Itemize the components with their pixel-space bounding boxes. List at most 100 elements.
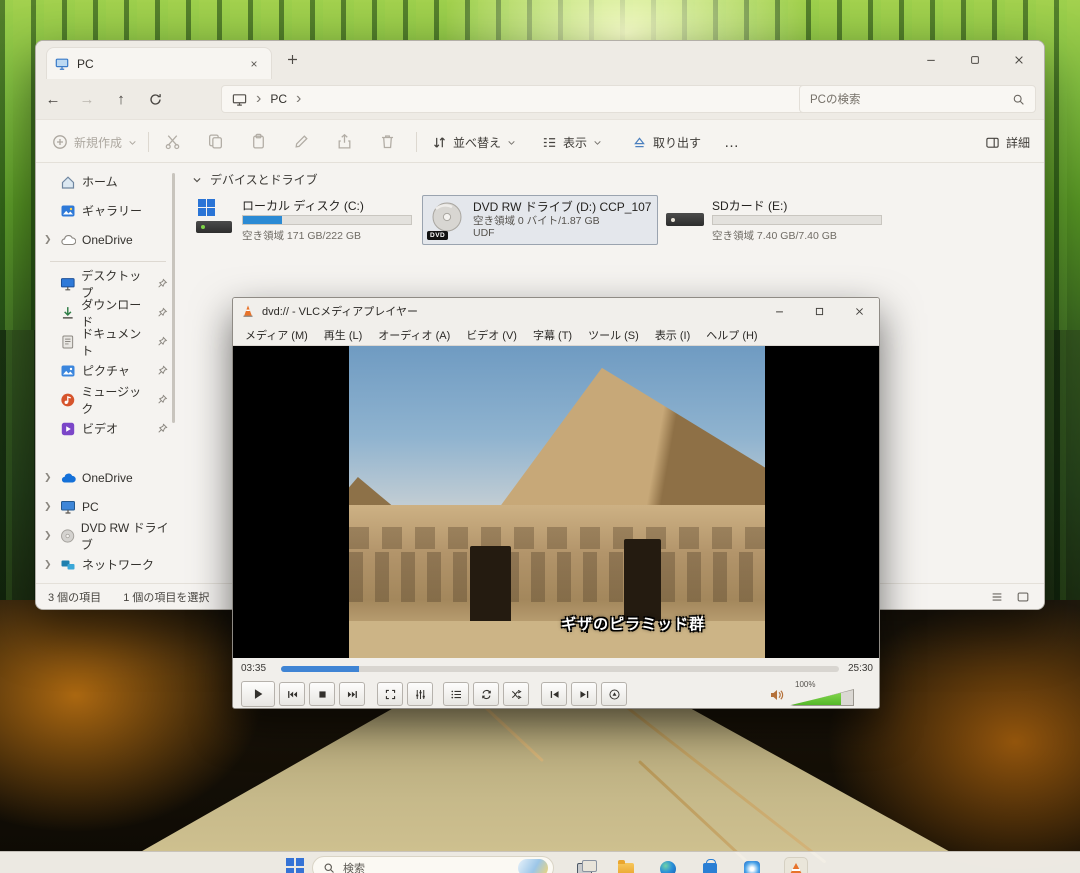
volume-slider[interactable] [791,690,853,705]
menu-playback[interactable]: 再生 (L) [316,327,371,343]
menu-audio[interactable]: オーディオ (A) [370,327,458,343]
menu-video[interactable]: ビデオ (V) [458,327,525,343]
sidebar-item-gallery[interactable]: ギャラリー [36,196,176,225]
forward-button[interactable]: → [70,91,104,108]
vlc-taskbar-button[interactable] [784,857,808,873]
status-selection: 1 個の項目を選択 [123,589,209,605]
sidebar-item-pictures[interactable]: ピクチャ [36,356,176,385]
explorer-titlebar[interactable]: PC × [36,41,1044,79]
delete-button[interactable] [379,133,396,150]
play-button[interactable] [241,681,275,707]
maximize-button[interactable] [958,49,992,71]
previous-button[interactable] [279,682,305,706]
drive-sd[interactable]: SDカード (E:) 空き領域 7.40 GB/7.40 GB [662,195,886,245]
details-pane-button[interactable]: 詳細 [985,130,1030,154]
drive-c[interactable]: ローカル ディスク (C:) 空き領域 171 GB/222 GB [192,195,420,245]
file-explorer-button[interactable] [614,857,638,873]
stop-button[interactable] [309,682,335,706]
copy-button[interactable] [207,133,224,150]
sidebar-item-pc[interactable]: ❯ PC [36,492,176,521]
sidebar-item-desktop[interactable]: デスクトップ [36,269,176,298]
tab-close-icon[interactable]: × [245,55,263,73]
sidebar-item-dvd-drive[interactable]: ❯ DVD RW ドライブ [36,521,176,550]
sidebar-item-music[interactable]: ミュージック [36,385,176,414]
breadcrumb[interactable]: › PC › [221,85,811,113]
refresh-button[interactable] [138,92,172,107]
taskbar-search[interactable]: 検索 [312,856,554,873]
drive-dvd[interactable]: DVD DVD RW ドライブ (D:) CCP_107 空き領域 0 バイト/… [422,195,658,245]
sidebar-item-network[interactable]: ❯ ネットワーク [36,550,176,579]
menu-subtitle[interactable]: 字幕 (T) [525,327,580,343]
volume-icon[interactable] [769,687,785,703]
task-view-button[interactable] [572,857,596,873]
thumbnail-view-toggle-icon[interactable] [1016,590,1030,604]
menu-view[interactable]: 表示 (I) [647,327,698,343]
breadcrumb-item-pc[interactable]: PC [270,92,287,106]
photos-button[interactable] [740,857,764,873]
seek-bar[interactable] [281,666,839,672]
expand-chevron-icon[interactable]: ❯ [44,559,54,570]
playlist-button[interactable] [443,682,469,706]
vlc-maximize-button[interactable] [799,298,839,324]
view-button[interactable]: 表示 [542,130,602,154]
weather-widget-thumbnail [518,859,548,873]
start-button[interactable] [286,858,304,873]
eject-button[interactable]: 取り出す [632,130,701,154]
expand-chevron-icon[interactable]: ❯ [44,501,54,512]
vlc-minimize-button[interactable] [759,298,799,324]
sidebar-item-downloads[interactable]: ダウンロード [36,298,176,327]
section-devices-and-drives[interactable]: デバイスとドライブ [192,171,318,188]
vlc-video-area[interactable]: ギザのピラミッド群 [233,346,879,658]
videos-icon [60,421,76,437]
next-frame-button[interactable] [571,682,597,706]
sidebar-item-onedrive[interactable]: ❯ OneDrive [36,225,176,254]
store-button[interactable] [698,857,722,873]
fullscreen-button[interactable] [377,682,403,706]
list-view-toggle-icon[interactable] [990,590,1004,604]
explorer-tab-pc[interactable]: PC × [46,47,272,79]
next-button[interactable] [339,682,365,706]
sidebar-item-documents[interactable]: ドキュメント [36,327,176,356]
minimize-button[interactable] [914,49,948,71]
menu-media[interactable]: メディア (M) [237,327,316,343]
drive-filesystem: UDF [473,227,495,239]
sidebar-scrollbar[interactable] [172,173,175,423]
sort-button[interactable]: 並べ替え [432,130,516,154]
sidebar-item-home[interactable]: ホーム [36,167,176,196]
vlc-titlebar[interactable]: dvd:// - VLCメディアプレイヤー [233,298,879,324]
video-ruin-blocks [349,527,765,549]
edge-button[interactable] [656,857,680,873]
dvd-badge: DVD [427,231,448,240]
new-tab-button[interactable] [286,53,299,66]
menu-help[interactable]: ヘルプ (H) [698,327,765,343]
home-icon [60,174,76,190]
close-icon [1013,54,1025,66]
up-button[interactable]: ↑ [104,91,138,108]
sidebar-item-videos[interactable]: ビデオ [36,414,176,443]
menu-tools[interactable]: ツール (S) [580,327,647,343]
explorer-search-box[interactable]: PCの検索 [799,85,1036,113]
drive-free-space: 空き領域 7.40 GB/7.40 GB [712,228,837,243]
share-button[interactable] [336,133,353,150]
dvd-menu-button[interactable] [601,682,627,706]
pin-icon [157,365,168,376]
expand-chevron-icon[interactable]: ❯ [44,234,54,245]
sidebar-item-onedrive-cloud[interactable]: ❯ OneDrive [36,463,176,492]
plus-icon [286,53,299,66]
adjustments-button[interactable] [407,682,433,706]
expand-chevron-icon[interactable]: ❯ [44,530,54,541]
drive-free-space: 空き領域 171 GB/222 GB [242,228,361,243]
rename-button[interactable] [293,133,310,150]
loop-button[interactable] [473,682,499,706]
shuffle-button[interactable] [503,682,529,706]
vlc-close-button[interactable] [839,298,879,324]
back-button[interactable]: ← [36,91,70,108]
paste-button[interactable] [250,133,267,150]
breadcrumb-chevron-icon: › [296,90,301,108]
previous-frame-button[interactable] [541,682,567,706]
cut-button[interactable] [164,133,181,150]
close-button[interactable] [1002,49,1036,71]
new-button[interactable]: 新規作成 [52,130,137,154]
more-button[interactable]: … [724,130,740,154]
expand-chevron-icon[interactable]: ❯ [44,472,54,483]
